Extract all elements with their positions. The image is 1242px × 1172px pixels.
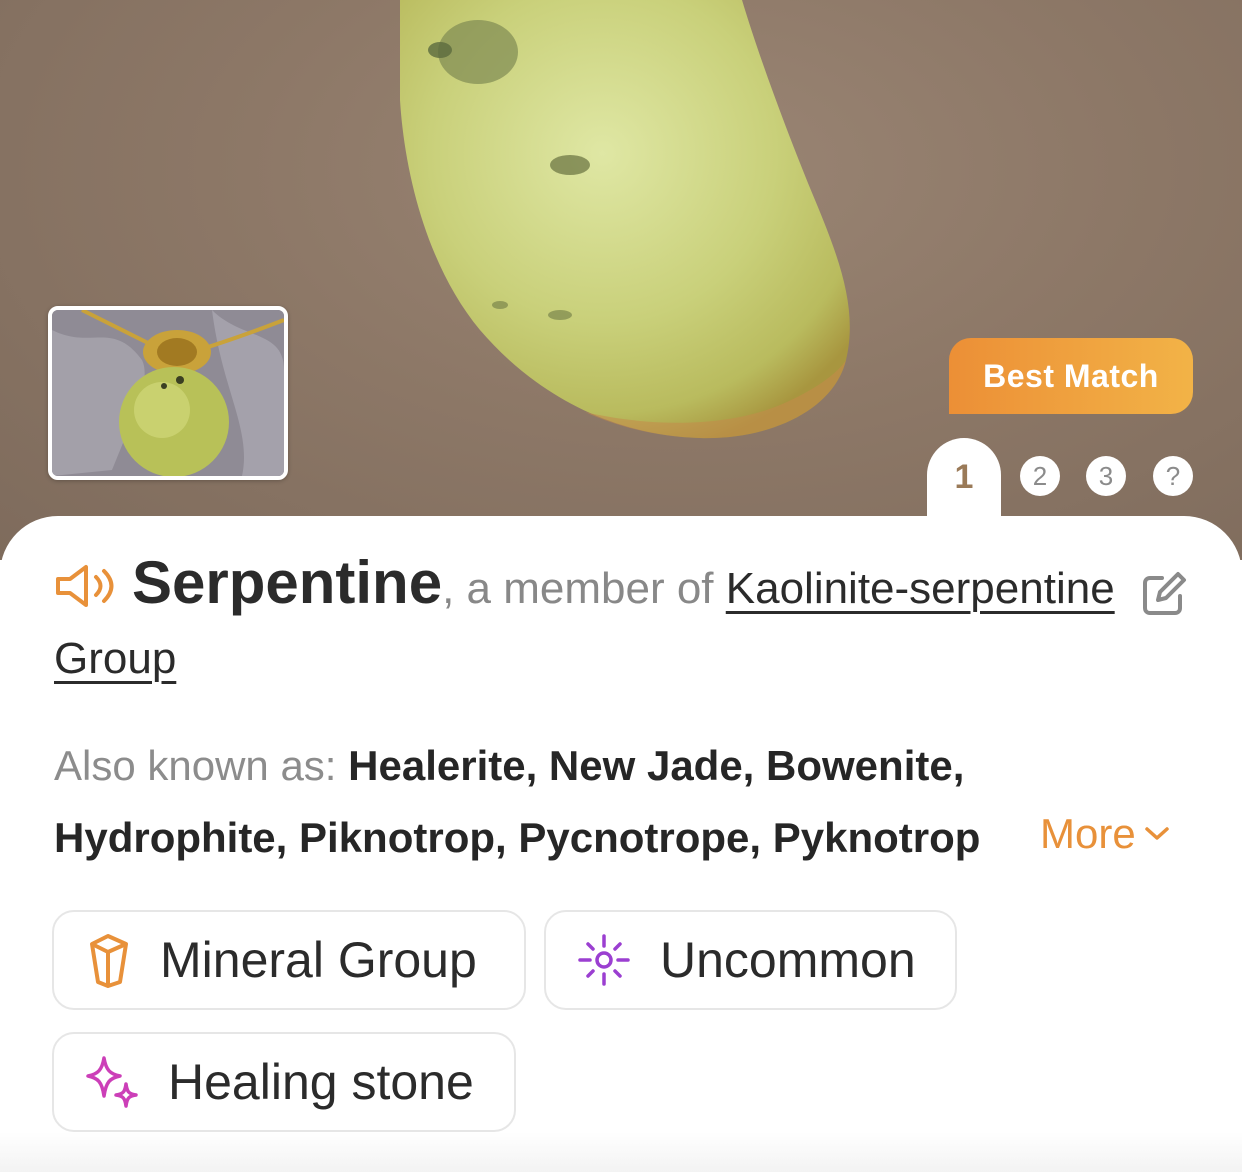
result-title: Serpentine, a member of Kaolinite-serpen… <box>54 548 1124 694</box>
bottom-divider-shadow <box>0 1132 1242 1172</box>
tag-label: Uncommon <box>660 932 916 988</box>
tag-healing-stone[interactable]: Healing stone <box>52 1032 516 1132</box>
chevron-down-icon <box>1144 827 1169 840</box>
best-match-badge: Best Match <box>949 338 1193 414</box>
crystal-icon <box>90 934 128 988</box>
more-button[interactable]: More <box>1038 802 1170 866</box>
mineral-name: Serpentine <box>132 549 443 616</box>
tag-label: Healing stone <box>168 1054 474 1110</box>
identification-result-screen: Best Match 1 2 3 ? Serpentine, a member … <box>0 0 1242 1172</box>
result-help-button[interactable]: ? <box>1153 456 1193 496</box>
more-label: More <box>1040 810 1136 857</box>
speaker-icon[interactable] <box>54 563 122 609</box>
tag-label: Mineral Group <box>160 932 477 988</box>
result-page-3-button[interactable]: 3 <box>1086 456 1126 496</box>
result-pager: 1 2 3 ? <box>0 436 1242 538</box>
also-known-label: Also known as: <box>54 742 349 789</box>
result-page-2-button[interactable]: 2 <box>1020 456 1060 496</box>
member-of-text: , a member of <box>442 564 726 613</box>
edit-icon[interactable] <box>1140 570 1188 618</box>
sparkle-burst-icon <box>578 934 630 986</box>
tag-mineral-group[interactable]: Mineral Group <box>52 910 526 1010</box>
sparkles-icon <box>86 1056 138 1108</box>
tag-uncommon[interactable]: Uncommon <box>544 910 957 1010</box>
